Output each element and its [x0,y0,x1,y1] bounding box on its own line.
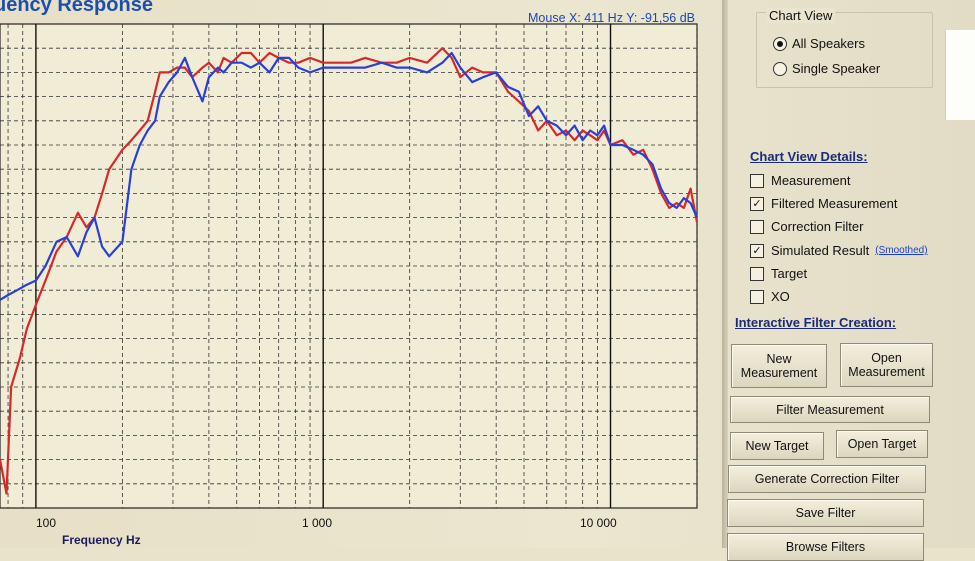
new-measurement-button[interactable]: New Measurement [731,344,827,388]
checkbox-icon[interactable] [750,173,764,188]
check-measurement[interactable]: Measurement [750,173,850,188]
checkbox-icon[interactable] [750,219,764,234]
x-tick-label: 1 000 [302,516,333,530]
check-label: Simulated Result [771,243,870,258]
plot-background [0,23,698,509]
check-label: Target [771,266,808,281]
save-filter-button[interactable]: Save Filter [727,499,924,527]
check-label: Correction Filter [771,219,864,234]
checkmark-icon[interactable]: ✓ [750,243,764,258]
checkmark-icon[interactable]: ✓ [750,196,764,211]
new-target-button[interactable]: New Target [730,432,824,460]
adjacent-window-edge [945,30,975,120]
open-target-button[interactable]: Open Target [836,430,928,458]
x-tick-label: 10 000 [580,516,617,530]
filter-measurement-button[interactable]: Filter Measurement [730,396,930,423]
check-simulated-result[interactable]: ✓ Simulated Result (Smoothed) [750,243,928,258]
radio-icon[interactable] [773,61,787,76]
plot-grid [0,23,698,509]
checkbox-icon[interactable] [750,266,764,281]
check-target[interactable]: Target [750,266,807,281]
x-axis-label: Frequency Hz [62,533,141,547]
browse-filters-button[interactable]: Browse Filters [727,533,924,561]
radio-label: All Speakers [792,36,865,51]
check-label: Filtered Measurement [771,196,898,211]
radio-icon[interactable] [773,36,787,51]
smoothed-link[interactable]: (Smoothed) [875,245,927,256]
radio-single-speaker[interactable]: Single Speaker [773,61,880,76]
check-xo[interactable]: XO [750,289,790,304]
check-label: Measurement [771,173,851,188]
check-label: XO [771,289,790,304]
mouse-readout: Mouse X: 411 Hz Y: -91,56 dB [528,11,695,25]
checkbox-icon[interactable] [750,289,764,304]
check-correction-filter[interactable]: Correction Filter [750,219,863,234]
chart-title: uency Response [0,0,153,16]
interactive-filter-title: Interactive Filter Creation: [735,315,897,330]
x-tick-label: 100 [36,516,57,530]
open-measurement-button[interactable]: Open Measurement [840,343,933,387]
chart-view-details-title: Chart View Details: [750,149,868,164]
radio-all-speakers[interactable]: All Speakers [773,36,865,51]
check-filtered-measurement[interactable]: ✓ Filtered Measurement [750,196,897,211]
chart-view-title: Chart View [766,8,836,23]
generate-correction-filter-button[interactable]: Generate Correction Filter [728,465,926,493]
radio-label: Single Speaker [792,61,881,76]
app-window: uency Response Mouse X: 411 Hz Y: -91,56… [0,0,975,561]
